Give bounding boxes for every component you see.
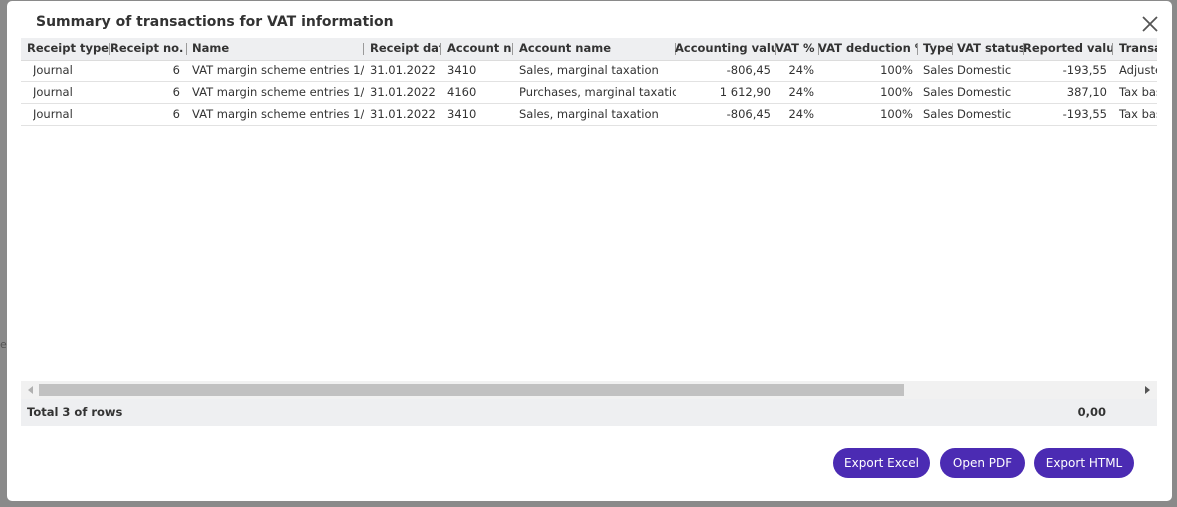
cell-transaction: Tax base: [1119, 107, 1157, 121]
scrollbar-thumb[interactable]: [39, 384, 904, 396]
col-header-vat-pct[interactable]: VAT %: [775, 38, 819, 60]
total-rows-label: Total 3 of rows: [27, 405, 123, 419]
cell-receipt-no: 6: [172, 107, 180, 121]
cell-type: Sales: [923, 85, 953, 99]
cell-vat-status: Domestic: [957, 63, 1012, 77]
background-text: e: [0, 338, 7, 351]
close-icon[interactable]: [1138, 12, 1162, 36]
cell-receipt-date: 31.01.2022: [370, 63, 436, 77]
cell-account-name: Purchases, marginal taxation: [519, 85, 676, 99]
export-html-button[interactable]: Export HTML: [1034, 448, 1134, 478]
col-header-account-no[interactable]: Account no.: [441, 38, 513, 60]
col-header-type[interactable]: Type: [917, 38, 953, 60]
cell-transaction: Adjustem: [1119, 63, 1157, 77]
cell-name: VAT margin scheme entries 1/22: [192, 107, 364, 121]
cell-vat-pct: 24%: [788, 107, 814, 121]
cell-accounting-value: -806,45: [726, 63, 771, 77]
grid-header: Receipt type Receipt no. Name Receipt da…: [21, 38, 1157, 61]
open-pdf-button[interactable]: Open PDF: [940, 448, 1025, 478]
cell-account-no: 3410: [447, 63, 477, 77]
cell-reported-value: -193,55: [1062, 107, 1107, 121]
total-value: 0,00: [1077, 405, 1106, 419]
horizontal-scrollbar[interactable]: [21, 381, 1157, 399]
cell-receipt-no: 6: [172, 63, 180, 77]
cell-receipt-type: Journal: [33, 107, 73, 121]
col-header-receipt-date[interactable]: Receipt date: [363, 38, 441, 60]
cell-reported-value: -193,55: [1062, 63, 1107, 77]
table-row[interactable]: Journal 6 VAT margin scheme entries 1/22…: [21, 60, 1157, 82]
col-header-transaction[interactable]: Transact: [1112, 38, 1157, 60]
cell-account-no: 4160: [447, 85, 477, 99]
cell-transaction: Tax base: [1119, 85, 1157, 99]
col-header-account-name[interactable]: Account name: [512, 38, 676, 60]
cell-vat-pct: 24%: [788, 63, 814, 77]
cell-type: Sales: [923, 107, 953, 121]
col-header-accounting-value[interactable]: Accounting value: [675, 38, 776, 60]
table-row[interactable]: Journal 6 VAT margin scheme entries 1/22…: [21, 104, 1157, 126]
scroll-left-icon[interactable]: [28, 386, 33, 394]
dialog-title: Summary of transactions for VAT informat…: [36, 14, 394, 30]
col-header-name[interactable]: Name: [186, 38, 364, 60]
cell-vat-deduction-pct: 100%: [880, 107, 913, 121]
cell-name: VAT margin scheme entries 1/22: [192, 85, 364, 99]
cell-type: Sales: [923, 63, 953, 77]
cell-vat-pct: 24%: [788, 85, 814, 99]
cell-reported-value: 387,10: [1066, 85, 1107, 99]
cell-account-no: 3410: [447, 107, 477, 121]
cell-vat-deduction-pct: 100%: [880, 63, 913, 77]
cell-account-name: Sales, marginal taxation: [519, 107, 659, 121]
export-excel-button[interactable]: Export Excel: [833, 448, 930, 478]
cell-vat-status: Domestic: [957, 85, 1012, 99]
vat-summary-dialog: Summary of transactions for VAT informat…: [7, 1, 1172, 501]
col-header-receipt-type[interactable]: Receipt type: [27, 38, 110, 60]
table-row[interactable]: Journal 6 VAT margin scheme entries 1/22…: [21, 82, 1157, 104]
cell-name: VAT margin scheme entries 1/22: [192, 63, 364, 77]
transactions-grid: Receipt type Receipt no. Name Receipt da…: [21, 38, 1157, 426]
cell-vat-deduction-pct: 100%: [880, 85, 913, 99]
cell-vat-status: Domestic: [957, 107, 1012, 121]
cell-receipt-type: Journal: [33, 85, 73, 99]
cell-receipt-type: Journal: [33, 63, 73, 77]
grid-footer: Total 3 of rows 0,00: [21, 399, 1157, 426]
col-header-receipt-no[interactable]: Receipt no.: [110, 38, 187, 60]
col-header-vat-status[interactable]: VAT status: [952, 38, 1024, 60]
cell-accounting-value: -806,45: [726, 107, 771, 121]
cell-receipt-no: 6: [172, 85, 180, 99]
cell-receipt-date: 31.01.2022: [370, 107, 436, 121]
scroll-right-icon[interactable]: [1145, 386, 1150, 394]
cell-receipt-date: 31.01.2022: [370, 85, 436, 99]
cell-account-name: Sales, marginal taxation: [519, 63, 659, 77]
col-header-reported-value[interactable]: Reported value: [1023, 38, 1113, 60]
col-header-vat-deduction-pct[interactable]: VAT deduction %: [818, 38, 918, 60]
cell-accounting-value: 1 612,90: [719, 85, 771, 99]
